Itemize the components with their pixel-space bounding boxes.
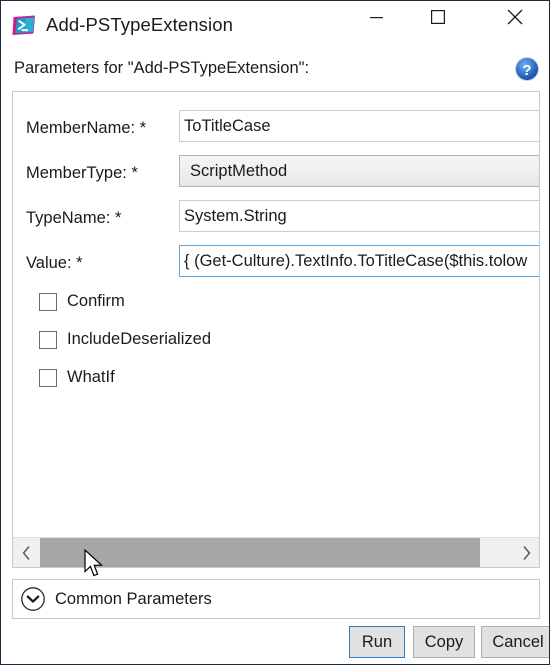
field-label-membertype: MemberType: * xyxy=(26,164,138,183)
field-label-value: Value: * xyxy=(26,254,83,273)
run-button[interactable]: Run xyxy=(349,626,405,658)
common-parameters-expander[interactable]: Common Parameters xyxy=(12,579,540,619)
footer-divider xyxy=(1,621,549,622)
typename-input[interactable]: System.String xyxy=(179,200,539,232)
chevron-down-circle-icon[interactable] xyxy=(20,586,46,612)
parameters-scroll-content: MemberName: * ToTitleCase MemberType: * … xyxy=(13,92,539,537)
required-marker: * xyxy=(131,164,138,182)
checkbox-label-whatif: WhatIf xyxy=(67,368,115,386)
window-title: Add-PSTypeExtension xyxy=(46,13,234,35)
field-label-text: MemberType: xyxy=(26,164,127,182)
page-title: Parameters for "Add-PSTypeExtension": xyxy=(14,59,310,77)
chevron-right-icon[interactable] xyxy=(513,538,539,567)
checkbox-row-whatif[interactable]: WhatIf xyxy=(13,360,539,398)
checkbox-label-confirm: Confirm xyxy=(67,292,125,310)
field-row-value: Value: * { (Get-Culture).TextInfo.ToTitl… xyxy=(13,241,539,286)
horizontal-scrollbar[interactable] xyxy=(13,537,539,567)
title-bar[interactable]: Add-PSTypeExtension xyxy=(1,1,549,48)
checkbox-whatif[interactable] xyxy=(39,369,57,387)
required-marker: * xyxy=(114,209,122,227)
cancel-button[interactable]: Cancel xyxy=(481,626,549,658)
help-icon[interactable]: ? xyxy=(514,56,540,82)
svg-text:?: ? xyxy=(522,62,531,79)
field-label-typename: TypeName: * xyxy=(26,209,121,228)
add-pstypeextension-dialog: Add-PSTypeExtension Parameters for "Add-… xyxy=(0,0,550,665)
minimize-icon[interactable] xyxy=(353,1,399,33)
powershell-icon xyxy=(12,13,36,37)
field-row-membername: MemberName: * ToTitleCase xyxy=(13,106,539,151)
field-label-text: Value: xyxy=(26,254,72,272)
required-marker: * xyxy=(76,254,83,272)
scrollbar-thumb[interactable] xyxy=(40,538,480,567)
checkbox-row-confirm[interactable]: Confirm xyxy=(13,284,539,322)
copy-button[interactable]: Copy xyxy=(413,626,475,658)
maximize-icon[interactable] xyxy=(415,1,461,33)
checkbox-confirm[interactable] xyxy=(39,293,57,311)
checkbox-row-includedeserialized[interactable]: IncludeDeserialized xyxy=(13,322,539,360)
field-row-typename: TypeName: * System.String xyxy=(13,196,539,241)
membertype-combobox[interactable]: ScriptMethod xyxy=(179,155,539,187)
common-parameters-label: Common Parameters xyxy=(55,589,212,608)
checkbox-label-includedeserialized: IncludeDeserialized xyxy=(67,330,211,348)
close-icon[interactable] xyxy=(492,1,538,33)
field-label-membername: MemberName: * xyxy=(26,119,146,138)
parameters-panel: MemberName: * ToTitleCase MemberType: * … xyxy=(12,91,540,568)
dialog-footer: Run Copy Cancel xyxy=(1,621,549,664)
chevron-left-icon[interactable] xyxy=(13,538,39,567)
value-input[interactable]: { (Get-Culture).TextInfo.ToTitleCase($th… xyxy=(179,245,539,277)
field-label-text: TypeName: xyxy=(26,209,111,227)
field-row-membertype: MemberType: * ScriptMethod xyxy=(13,151,539,196)
field-label-text: MemberName: xyxy=(26,119,136,137)
membername-input[interactable]: ToTitleCase xyxy=(179,110,539,142)
checkbox-includedeserialized[interactable] xyxy=(39,331,57,349)
required-marker: * xyxy=(139,119,147,137)
